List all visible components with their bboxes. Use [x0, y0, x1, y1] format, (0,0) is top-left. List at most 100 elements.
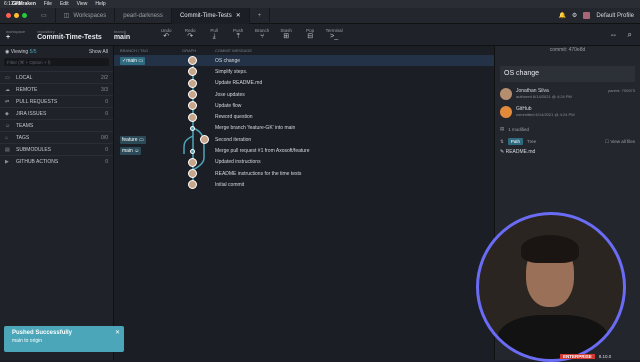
redo-icon: ↷: [187, 33, 194, 40]
tab-commit-label: Commit-Time-Tests: [179, 12, 232, 19]
tab-workspaces[interactable]: ◫ Workspaces: [56, 7, 116, 24]
header-branch-tag: BRANCH / TAG: [120, 47, 149, 53]
stash-button[interactable]: Stash ⊞: [278, 28, 294, 41]
push-button[interactable]: Push ⤒: [230, 28, 246, 41]
commit-row[interactable]: main ☺ Merge pull request #1 from Axosof…: [114, 145, 494, 156]
webcam-overlay: [476, 212, 626, 362]
commit-row[interactable]: Initial commit: [114, 179, 494, 190]
branch-ref-main-remote[interactable]: main ☺: [120, 147, 142, 156]
search-icon[interactable]: ⌕: [628, 30, 632, 40]
branch-selector[interactable]: branch main: [108, 29, 136, 41]
pull-button[interactable]: Pull ⤓: [206, 28, 222, 41]
sidebar-item-pull-requests[interactable]: ⇄ PULL REQUESTS 0: [0, 95, 113, 107]
sidebar-item-tags[interactable]: ⌂ TAGS 0/0: [0, 131, 113, 143]
commit-row[interactable]: Merge branch 'feature-GK' into main: [114, 123, 494, 134]
commit-row[interactable]: Jose updates: [114, 89, 494, 100]
pr-count: 0: [105, 98, 108, 105]
tab-pearl-darkness[interactable]: pearl-darkness: [115, 7, 172, 24]
terminal-button[interactable]: Terminal >_: [326, 28, 343, 41]
sidebar-item-jira[interactable]: ◆ JIRA ISSUES 0: [0, 107, 113, 119]
repository-selector[interactable]: repository Commit-Time-Tests: [31, 29, 108, 41]
ref-main-label: main: [126, 57, 138, 64]
filter-input[interactable]: Filter (⌘ + Option + f): [4, 58, 109, 66]
sidebar-item-github-actions[interactable]: ▶ GITHUB ACTIONS 0: [0, 155, 113, 167]
parent-sha[interactable]: parent: 700973: [608, 88, 635, 100]
avatar: [200, 135, 209, 145]
profile-avatar[interactable]: [583, 12, 591, 19]
menu-file[interactable]: File: [44, 1, 52, 7]
commit-row[interactable]: Updated instructions: [114, 157, 494, 168]
pop-button[interactable]: Pop ⊟: [302, 28, 318, 41]
toolbar: workspace + repository Commit-Time-Tests…: [0, 24, 640, 46]
avatar: [188, 101, 197, 111]
sort-icon[interactable]: ⇅: [500, 139, 504, 145]
push-icon: ⤒: [236, 33, 240, 40]
repository-name[interactable]: Commit-Time-Tests: [37, 34, 102, 41]
menu-help[interactable]: Help: [95, 1, 105, 7]
presenter-hair: [521, 235, 579, 263]
pop-icon: ⊟: [307, 33, 314, 40]
remote-count: 3/3: [101, 86, 108, 93]
menu-edit[interactable]: Edit: [60, 1, 69, 7]
gear-icon[interactable]: ⚙: [572, 12, 577, 19]
tab-commit-time-tests[interactable]: Commit-Time-Tests ✕: [171, 7, 250, 24]
branch-icon: ⑂: [260, 33, 265, 40]
commit-title[interactable]: OS change: [500, 66, 635, 82]
commit-message: Updated instructions: [215, 159, 261, 166]
bell-icon[interactable]: 🔔: [558, 12, 565, 19]
view-all-files-checkbox[interactable]: ☐ View all files: [605, 139, 635, 145]
push-toast[interactable]: Pushed Successfully main to origin ✕: [4, 326, 124, 352]
sidebar-item-teams[interactable]: ☺ TEAMS: [0, 119, 113, 131]
close-icon[interactable]: ✕: [115, 329, 120, 336]
tab-close-icon[interactable]: ✕: [236, 12, 241, 19]
commit-row[interactable]: ✓ main ▭ OS change: [114, 55, 494, 67]
undo-button[interactable]: Undo ↶: [158, 28, 174, 41]
tags-count: 0/0: [101, 134, 108, 141]
commit-row[interactable]: feature ▭ Second iteration: [114, 134, 494, 145]
branch-ref-main[interactable]: ✓ main ▭: [120, 56, 146, 65]
commit-message: Second iteration: [215, 136, 252, 143]
commit-row[interactable]: Update flow: [114, 100, 494, 111]
remote-label: REMOTE: [16, 86, 38, 93]
commit-message: OS change: [215, 57, 241, 64]
sidebar-item-local[interactable]: ▭ LOCAL 2/2: [0, 71, 113, 83]
redo-button[interactable]: Redo ↷: [182, 28, 198, 41]
sidebar-item-submodules[interactable]: ▤ SUBMODULES 0: [0, 143, 113, 155]
tab-pearl-label: pearl-darkness: [123, 12, 163, 19]
commit-message: Merge branch 'feature-GK' into main: [215, 125, 296, 132]
commit-row[interactable]: Reword question: [114, 112, 494, 123]
sidebar-item-remote[interactable]: ☁ REMOTE 3/3: [0, 83, 113, 95]
close-dot-icon[interactable]: [6, 13, 11, 18]
file-icon: ▤: [500, 126, 505, 131]
zoom-dot-icon[interactable]: [22, 13, 27, 18]
monitor-icon: ▭: [5, 74, 10, 81]
commit-row[interactable]: Simplify steps.: [114, 66, 494, 77]
clock: 6:12 PM: [4, 1, 23, 7]
file-row[interactable]: ✎ README.md: [495, 145, 640, 159]
cloud-icon: ☁: [5, 86, 10, 93]
tab-bar: ▭ ◫ Workspaces pearl-darkness Commit-Time…: [0, 7, 640, 24]
menu-view[interactable]: View: [77, 1, 88, 7]
commit-row[interactable]: README instructions for the time tests: [114, 168, 494, 179]
branch-name[interactable]: main: [114, 34, 130, 41]
new-tab-button[interactable]: +: [250, 7, 271, 24]
tab-folder[interactable]: ▭: [33, 7, 56, 24]
avatar: [500, 88, 512, 100]
minimize-dot-icon[interactable]: [14, 13, 19, 18]
action-buttons: Undo ↶ Redo ↷ Pull ⤓ Push ⤒ Branch ⑂ Stash ⊞ P…: [158, 28, 343, 41]
show-all-button[interactable]: Show All: [89, 49, 108, 55]
branch-ref-feature[interactable]: feature ▭: [120, 135, 146, 144]
profile-name[interactable]: Default Profile: [596, 13, 634, 19]
add-workspace-icon[interactable]: +: [6, 34, 25, 41]
local-label: LOCAL: [16, 74, 33, 81]
branch-button[interactable]: Branch ⑂: [254, 28, 270, 41]
header-commit-message: COMMIT MESSAGE: [215, 47, 253, 53]
commit-row[interactable]: Update README.md: [114, 78, 494, 89]
workspace-selector[interactable]: workspace +: [0, 29, 31, 41]
commit-message: README instructions for the time tests: [215, 170, 302, 177]
tag-icon: ⌂: [5, 134, 9, 141]
tree-view-button[interactable]: Tree: [527, 139, 536, 144]
layout-icon[interactable]: ⇔: [610, 30, 618, 40]
stash-icon: ⊞: [283, 33, 290, 40]
path-view-button[interactable]: Path: [507, 138, 524, 145]
